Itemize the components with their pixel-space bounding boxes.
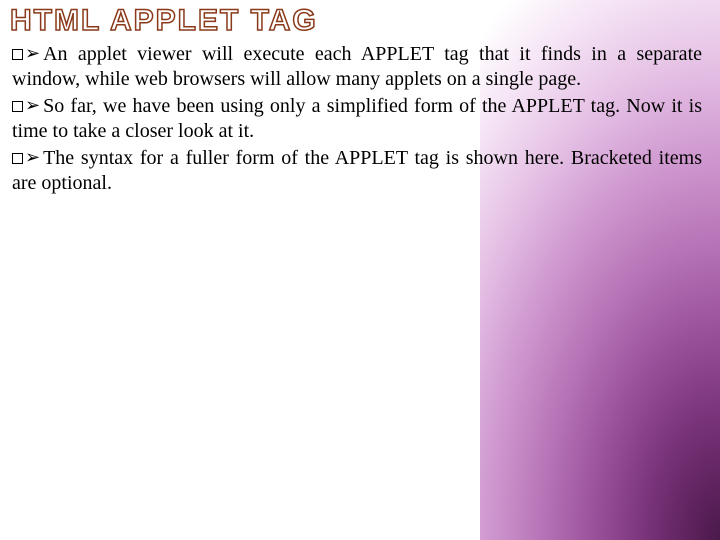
arrow-icon: ➢ <box>25 94 40 117</box>
slide-title: HTML APPLET TAG <box>10 4 318 38</box>
bullet-item: ➢The syntax for a fuller form of the APP… <box>12 146 702 196</box>
square-bullet-icon <box>12 49 23 60</box>
slide-body: ➢An applet viewer will execute each APPL… <box>12 42 702 198</box>
square-bullet-icon <box>12 153 23 164</box>
arrow-icon: ➢ <box>25 42 40 65</box>
bullet-item: ➢An applet viewer will execute each APPL… <box>12 42 702 92</box>
bullet-text: An applet viewer will execute each APPLE… <box>12 43 702 90</box>
square-bullet-icon <box>12 101 23 112</box>
bullet-text: So far, we have been using only a simpli… <box>12 95 702 142</box>
bullet-text: The syntax for a fuller form of the APPL… <box>12 147 702 194</box>
arrow-icon: ➢ <box>25 146 40 169</box>
bullet-item: ➢So far, we have been using only a simpl… <box>12 94 702 144</box>
